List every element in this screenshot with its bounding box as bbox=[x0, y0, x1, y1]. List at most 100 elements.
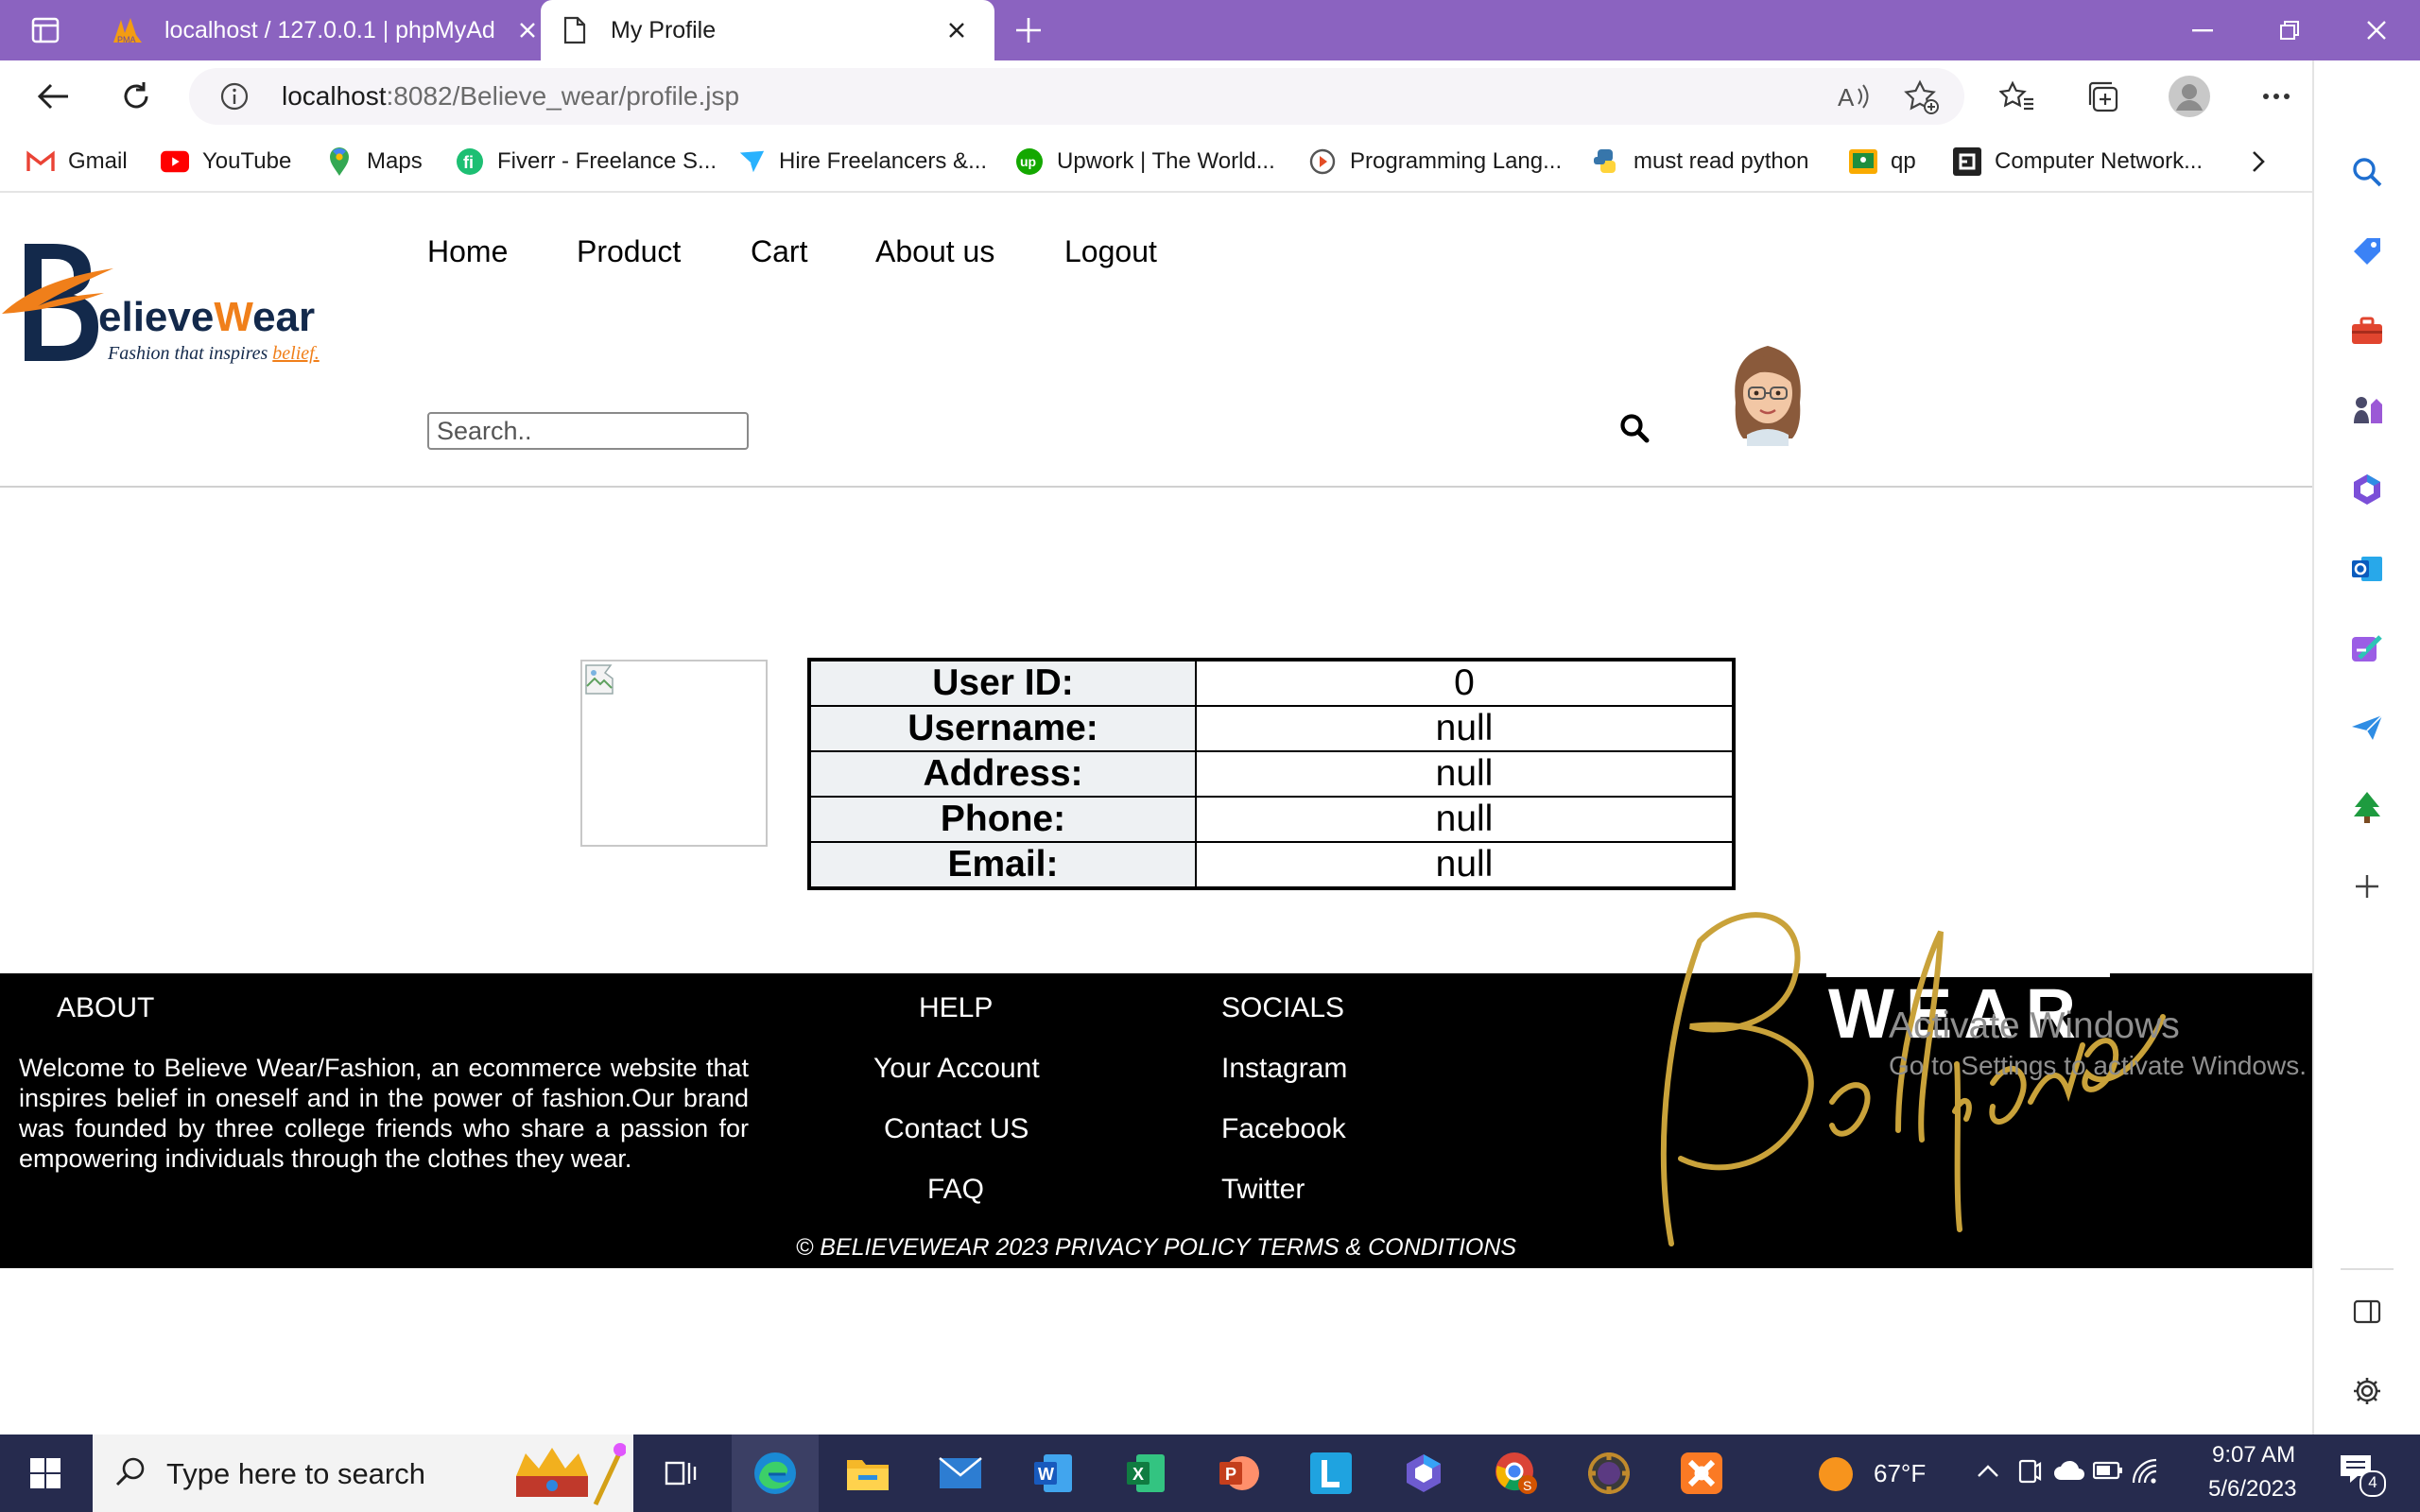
close-window-button[interactable] bbox=[2333, 0, 2420, 60]
activate-windows-title: Activate Windows bbox=[1889, 1005, 2180, 1046]
tab-phpmyadmin[interactable]: PMA localhost / 127.0.0.1 | phpMyAdmin bbox=[95, 0, 539, 60]
address-bar[interactable]: localhost:8082/Believe_wear/profile.jsp … bbox=[189, 68, 1964, 125]
taskbar-l-app[interactable] bbox=[1288, 1435, 1374, 1512]
tab-close-icon[interactable] bbox=[518, 21, 537, 40]
task-view-button[interactable] bbox=[637, 1435, 724, 1512]
word-icon: W bbox=[1032, 1452, 1074, 1494]
weather-widget[interactable] bbox=[1817, 1455, 1855, 1493]
sidebar-tree-button[interactable] bbox=[2346, 786, 2388, 828]
bookmark-maps[interactable]: Maps bbox=[325, 132, 423, 191]
battery-icon bbox=[2093, 1461, 2123, 1480]
minimize-button[interactable] bbox=[2159, 0, 2246, 60]
taskbar-file-explorer[interactable] bbox=[824, 1435, 911, 1512]
sidebar-settings-button[interactable] bbox=[2346, 1370, 2388, 1412]
footer-about-heading: ABOUT bbox=[57, 992, 155, 1023]
sidebar-designer-button[interactable] bbox=[2346, 627, 2388, 669]
footer-facebook-link[interactable]: Facebook bbox=[1221, 1113, 1346, 1145]
windows-logo-icon bbox=[29, 1457, 61, 1489]
chevron-up-icon bbox=[1976, 1459, 2000, 1484]
site-info-icon[interactable] bbox=[219, 81, 250, 112]
taskbar-xampp[interactable] bbox=[1658, 1435, 1745, 1512]
collections-button[interactable] bbox=[2076, 70, 2129, 123]
refresh-button[interactable] bbox=[110, 70, 163, 123]
taskbar-mail[interactable] bbox=[917, 1435, 1004, 1512]
tab-close-icon[interactable] bbox=[947, 21, 966, 40]
bookmark-computer-network[interactable]: Computer Network... bbox=[1953, 132, 2203, 191]
sidebar-hide-button[interactable] bbox=[2346, 1291, 2388, 1332]
taskbar-copilot-app[interactable] bbox=[1380, 1435, 1467, 1512]
bookmark-label: Hire Freelancers &... bbox=[779, 148, 988, 174]
tab-actions-icon bbox=[31, 16, 60, 44]
tray-battery-button[interactable] bbox=[2093, 1461, 2123, 1480]
bookmark-gmail[interactable]: Gmail bbox=[26, 132, 128, 191]
taskbar-chrome[interactable]: S bbox=[1473, 1435, 1560, 1512]
svg-text:PMA: PMA bbox=[117, 35, 136, 44]
bookmark-youtube[interactable]: YouTube bbox=[161, 132, 291, 191]
notification-center-button[interactable]: 4 bbox=[2339, 1452, 2386, 1499]
footer-contact-link[interactable]: Contact US bbox=[884, 1113, 1028, 1145]
add-favorite-icon[interactable] bbox=[1904, 79, 1940, 115]
taskbar-word[interactable]: W bbox=[1010, 1435, 1097, 1512]
nav-product-link[interactable]: Product bbox=[577, 234, 681, 269]
taskbar-search-box[interactable]: Type here to search bbox=[93, 1435, 633, 1512]
bookmark-upwork[interactable]: up Upwork | The World... bbox=[1015, 132, 1275, 191]
footer-faq-link[interactable]: FAQ bbox=[927, 1174, 984, 1206]
bookmark-fiverr[interactable]: fi Fiverr - Freelance S... bbox=[456, 132, 717, 191]
site-search-button[interactable] bbox=[1618, 412, 1654, 448]
nav-home-link[interactable]: Home bbox=[427, 234, 508, 269]
clock-button[interactable]: 9:07 AM 5/6/2023 bbox=[2195, 1440, 2308, 1506]
sidebar-search-button[interactable] bbox=[2346, 151, 2388, 193]
tab-my-profile[interactable]: My Profile bbox=[541, 0, 994, 60]
read-aloud-icon[interactable]: A bbox=[1838, 81, 1872, 112]
bookmark-freelancer[interactable]: Hire Freelancers &... bbox=[737, 132, 987, 191]
sidebar-outlook-button[interactable] bbox=[2346, 548, 2388, 590]
sidebar-send-button[interactable] bbox=[2346, 707, 2388, 748]
taskbar-edge[interactable] bbox=[732, 1435, 819, 1512]
freelancer-icon bbox=[737, 147, 766, 176]
nav-cart-link[interactable]: Cart bbox=[751, 234, 807, 269]
header-divider bbox=[0, 486, 2312, 488]
logo-tagline: Fashion that inspires bbox=[107, 343, 268, 364]
user-avatar[interactable] bbox=[1722, 336, 1813, 446]
taskbar-excel[interactable]: X bbox=[1102, 1435, 1189, 1512]
sidebar-shopping-button[interactable] bbox=[2346, 231, 2388, 272]
footer-about-text: Welcome to Believe Wear/Fashion, an ecom… bbox=[19, 1054, 749, 1173]
python-icon bbox=[1592, 147, 1620, 176]
footer-instagram-link[interactable]: Instagram bbox=[1221, 1053, 1347, 1085]
tray-meet-button[interactable] bbox=[2017, 1457, 2042, 1486]
sidebar-games-button[interactable] bbox=[2346, 389, 2388, 431]
back-button[interactable] bbox=[26, 70, 79, 123]
start-button[interactable] bbox=[2, 1435, 89, 1512]
favorites-bar: Gmail YouTube Maps fi Fiverr - Freelance… bbox=[0, 132, 2312, 193]
sidebar-add-button[interactable] bbox=[2346, 866, 2388, 907]
site-logo[interactable]: elieveWear Fashion that inspires belief. bbox=[0, 240, 369, 372]
taskbar-powerpoint[interactable]: P bbox=[1195, 1435, 1282, 1512]
url-path: :8082/Believe_wear/profile.jsp bbox=[386, 81, 740, 111]
new-tab-button[interactable] bbox=[1004, 0, 1053, 60]
url-text[interactable]: localhost:8082/Believe_wear/profile.jsp bbox=[282, 81, 739, 112]
bookmarks-overflow-button[interactable] bbox=[2250, 132, 2267, 191]
user-avatar-icon bbox=[2168, 75, 2211, 118]
sidebar-tools-button[interactable] bbox=[2346, 310, 2388, 352]
maps-icon bbox=[325, 147, 354, 176]
profile-button[interactable] bbox=[2163, 70, 2216, 123]
nav-about-link[interactable]: About us bbox=[875, 234, 994, 269]
taskbar-java-ee-ide[interactable] bbox=[1565, 1435, 1652, 1512]
tab-actions-button[interactable] bbox=[19, 0, 72, 60]
bookmark-python[interactable]: must read python bbox=[1592, 132, 1808, 191]
footer-your-account-link[interactable]: Your Account bbox=[873, 1053, 1040, 1085]
nav-logout-link[interactable]: Logout bbox=[1064, 234, 1157, 269]
settings-more-button[interactable] bbox=[2250, 70, 2303, 123]
favorites-button[interactable] bbox=[1991, 70, 2044, 123]
tray-wifi-button[interactable] bbox=[2131, 1457, 2159, 1486]
sidebar-office-button[interactable] bbox=[2346, 469, 2388, 510]
restore-button[interactable] bbox=[2246, 0, 2333, 60]
bookmark-programming[interactable]: Programming Lang... bbox=[1308, 132, 1562, 191]
tray-onedrive-button[interactable] bbox=[2053, 1459, 2085, 1482]
site-search-input[interactable] bbox=[427, 412, 749, 450]
bookmark-qp[interactable]: qp bbox=[1849, 132, 1916, 191]
footer-twitter-link[interactable]: Twitter bbox=[1221, 1174, 1305, 1206]
svg-text:up: up bbox=[1020, 154, 1036, 169]
minimize-icon bbox=[2192, 28, 2213, 32]
tray-chevron-button[interactable] bbox=[1976, 1459, 2000, 1484]
